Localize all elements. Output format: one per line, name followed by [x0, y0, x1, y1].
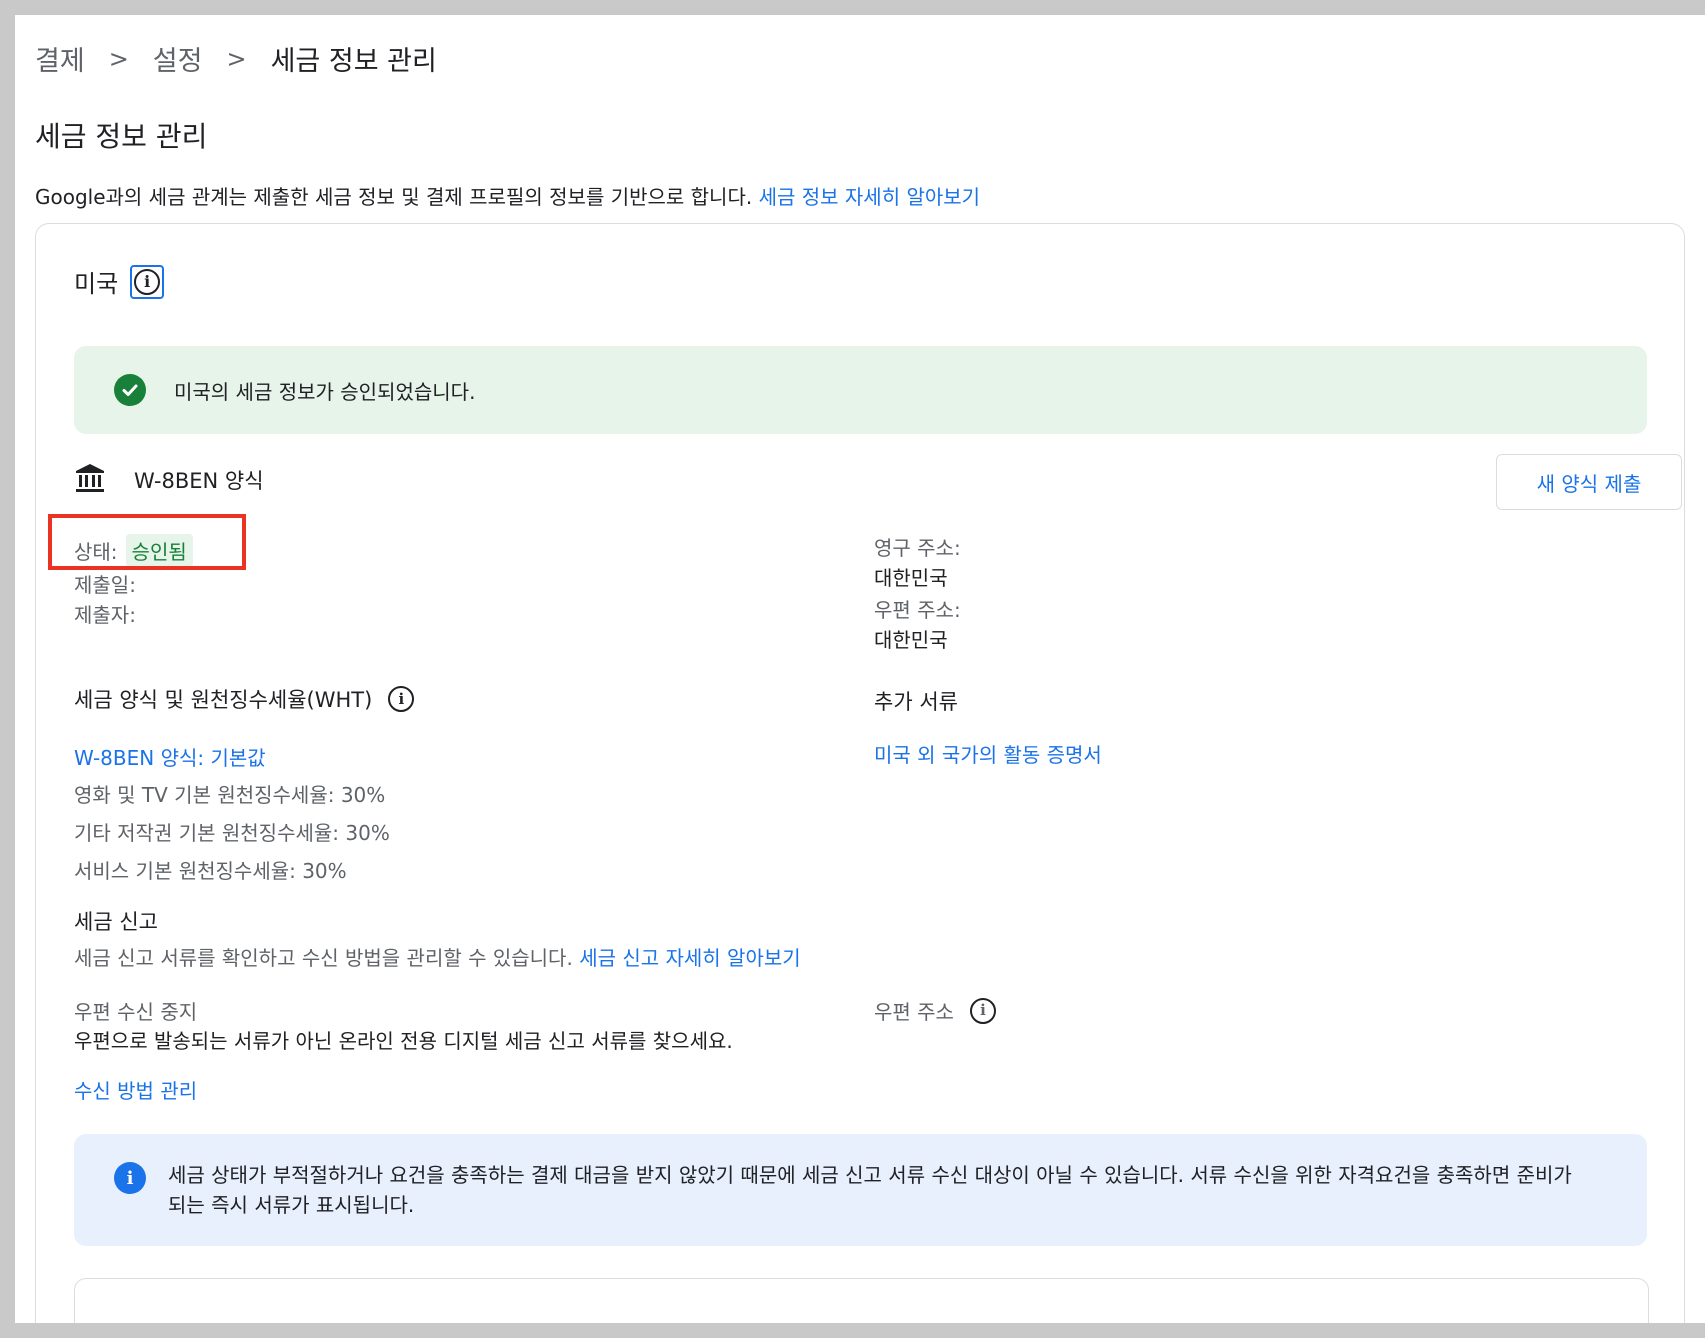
form-title: W-8BEN 양식 [134, 469, 264, 493]
country-info-button[interactable]: i [130, 264, 165, 299]
mailing-address-value: 대한민국 [874, 628, 948, 652]
page-title: 세금 정보 관리 [35, 120, 208, 153]
wht-section-title: 세금 양식 및 원천징수세율(WHT) i [74, 684, 415, 714]
status-highlight-box [48, 514, 246, 570]
wht-rate-film-tv: 영화 및 TV 기본 원천징수세율: 30% [74, 783, 386, 807]
info-icon: i [134, 268, 161, 295]
mail-stop-label: 우편 수신 중지 [74, 1000, 198, 1024]
check-circle-icon [114, 374, 146, 406]
next-section-card [74, 1278, 1649, 1323]
wht-rate-services: 서비스 기본 원천징수세율: 30% [74, 859, 347, 883]
tax-reporting-description-row: 세금 신고 서류를 확인하고 수신 방법을 관리할 수 있습니다. 세금 신고 … [74, 942, 801, 971]
permanent-address-label: 영구 주소: [874, 536, 961, 560]
approval-message: 미국의 세금 정보가 승인되었습니다. [174, 379, 476, 404]
eligibility-info-banner: i 세금 상태가 부적절하거나 요건을 충족하는 결제 대금을 받지 않았기 때… [74, 1134, 1647, 1246]
tax-info-card: 미국 i 미국의 세금 정보가 승인되었습니다. W-8BEN 양식 새 양식 … [35, 223, 1685, 1323]
breadcrumb-current: 세금 정보 관리 [270, 46, 437, 77]
bank-icon [74, 462, 106, 498]
mail-stop-description: 우편으로 발송되는 서류가 아닌 온라인 전용 디지털 세금 신고 서류를 찾으… [74, 1029, 733, 1053]
tax-reporting-title: 세금 신고 [74, 910, 158, 934]
intro-description: Google과의 세금 관계는 제출한 세금 정보 및 결제 프로필의 정보를 … [35, 185, 753, 209]
tax-info-learn-more-link[interactable]: 세금 정보 자세히 알아보기 [759, 185, 980, 209]
breadcrumb: 결제 > 설정 > 세금 정보 관리 [35, 39, 437, 78]
country-header: 미국 i [74, 264, 165, 299]
breadcrumb-billing[interactable]: 결제 [35, 39, 85, 78]
eligibility-info-text: 세금 상태가 부적절하거나 요건을 충족하는 결제 대금을 받지 않았기 때문에… [168, 1163, 1572, 1217]
info-filled-icon: i [114, 1162, 146, 1194]
reporting-mailing-address: 우편 주소 i [874, 996, 996, 1025]
activity-certificate-link[interactable]: 미국 외 국가의 활동 증명서 [874, 739, 1102, 768]
mailing-address-label: 우편 주소: [874, 598, 961, 622]
reporting-mailing-address-label: 우편 주소 [874, 1000, 954, 1024]
form-header: W-8BEN 양식 [74, 462, 264, 498]
wht-rate-copyright: 기타 저작권 기본 원천징수세율: 30% [74, 821, 390, 845]
page: 결제 > 설정 > 세금 정보 관리 세금 정보 관리 Google과의 세금 … [15, 15, 1705, 1323]
info-icon[interactable]: i [969, 997, 996, 1024]
w8ben-default-link[interactable]: W-8BEN 양식: 기본값 [74, 742, 266, 771]
wht-title: 세금 양식 및 원천징수세율(WHT) [74, 688, 373, 712]
tax-reporting-description: 세금 신고 서류를 확인하고 수신 방법을 관리할 수 있습니다. [74, 946, 573, 970]
manage-delivery-link[interactable]: 수신 방법 관리 [74, 1075, 197, 1104]
tax-reporting-learn-more-link[interactable]: 세금 신고 자세히 알아보기 [579, 946, 800, 970]
permanent-address-value: 대한민국 [874, 566, 948, 590]
additional-docs-title: 추가 서류 [874, 690, 958, 714]
chevron-right-icon: > [108, 44, 129, 73]
submitted-by-label: 제출자: [74, 603, 136, 627]
chevron-right-icon: > [226, 44, 247, 73]
breadcrumb-settings[interactable]: 설정 [153, 39, 203, 78]
approval-banner: 미국의 세금 정보가 승인되었습니다. [74, 346, 1647, 434]
country-name: 미국 [74, 270, 119, 298]
intro-text: Google과의 세금 관계는 제출한 세금 정보 및 결제 프로필의 정보를 … [35, 181, 980, 210]
submitted-date-label: 제출일: [74, 573, 136, 597]
info-icon[interactable]: i [388, 686, 415, 712]
submit-new-form-button[interactable]: 새 양식 제출 [1496, 454, 1682, 510]
